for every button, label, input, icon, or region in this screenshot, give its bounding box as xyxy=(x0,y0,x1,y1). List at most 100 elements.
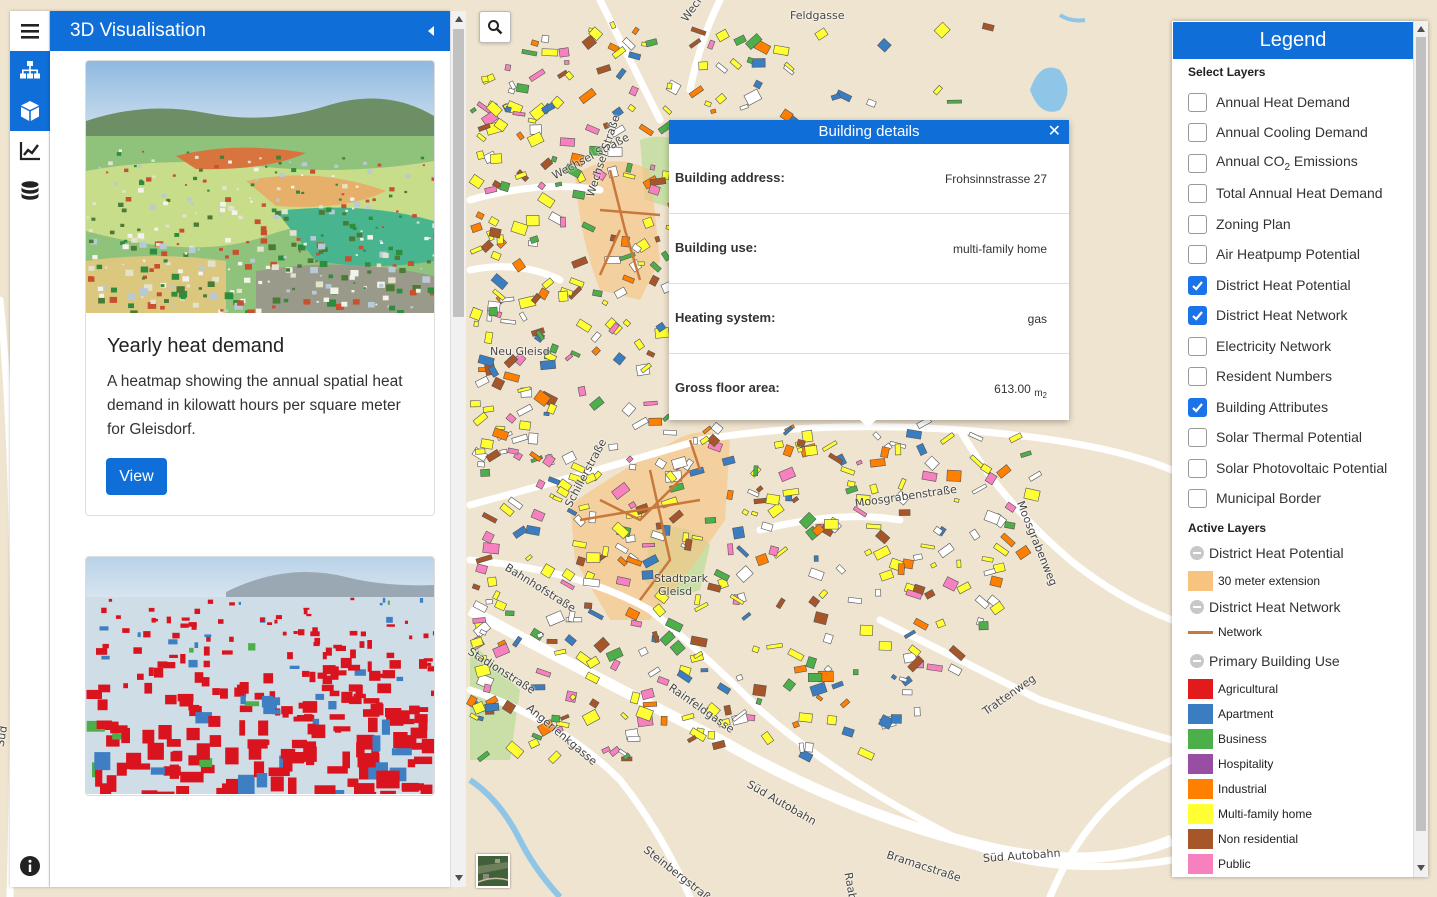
legend-color-swatch xyxy=(1188,571,1213,591)
thumbnail-building xyxy=(412,214,417,218)
thumbnail-building xyxy=(89,239,94,244)
layer-checkbox[interactable] xyxy=(1188,427,1207,447)
thumbnail-building xyxy=(171,291,178,297)
network-view-button[interactable] xyxy=(10,51,50,91)
building xyxy=(480,438,494,450)
layer-toggle-3[interactable]: Total Annual Heat Demand xyxy=(1188,182,1383,204)
layer-checkbox[interactable] xyxy=(1188,275,1207,295)
layer-toggle-10[interactable]: Building Attributes xyxy=(1188,396,1328,418)
minus-circle-icon[interactable] xyxy=(1190,546,1204,560)
layer-toggle-6[interactable]: District Heat Potential xyxy=(1188,274,1351,296)
basemap-switcher[interactable] xyxy=(476,854,510,888)
layer-checkbox[interactable] xyxy=(1188,122,1207,142)
active-group-1[interactable]: District Heat Network xyxy=(1190,599,1340,615)
layer-toggle-5[interactable]: Air Heatpump Potential xyxy=(1188,243,1360,265)
map-search-button[interactable] xyxy=(479,11,511,43)
charts-button[interactable] xyxy=(10,131,50,171)
thumbnail-building xyxy=(365,199,370,203)
thumbnail-building xyxy=(388,266,396,273)
panel-scrollbar-thumb[interactable] xyxy=(453,29,464,317)
layer-checkbox[interactable] xyxy=(1188,92,1207,112)
scroll-down-icon[interactable] xyxy=(454,873,464,883)
thumbnail-building xyxy=(301,191,305,194)
building xyxy=(504,105,512,114)
popup-label: Building use: xyxy=(675,240,758,255)
layer-label-text: Annual Cooling Demand xyxy=(1216,124,1368,140)
layer-toggle-11[interactable]: Solar Thermal Potential xyxy=(1188,426,1362,448)
layer-checkbox[interactable] xyxy=(1188,183,1207,203)
building xyxy=(541,34,550,44)
minus-circle-icon[interactable] xyxy=(1190,600,1204,614)
collapse-panel-icon[interactable] xyxy=(424,24,438,38)
thumbnail-building xyxy=(273,214,279,219)
thumbnail-building xyxy=(319,205,323,209)
layer-toggle-12[interactable]: Solar Photovoltaic Potential xyxy=(1188,457,1387,479)
layer-checkbox[interactable] xyxy=(1188,488,1207,508)
legend-scroll-up-icon[interactable] xyxy=(1416,24,1426,34)
layer-toggle-4[interactable]: Zoning Plan xyxy=(1188,213,1291,235)
thumbnail-building xyxy=(164,299,169,303)
close-icon[interactable]: ✕ xyxy=(1048,120,1061,144)
building xyxy=(663,429,677,436)
legend-scroll-down-icon[interactable] xyxy=(1416,863,1426,873)
thumbnail-building xyxy=(182,276,190,282)
layer-checkbox[interactable] xyxy=(1188,397,1207,417)
layer-checkbox[interactable] xyxy=(1188,458,1207,478)
building xyxy=(804,742,814,753)
thumbnail-building xyxy=(276,198,280,202)
layer-toggle-7[interactable]: District Heat Network xyxy=(1188,304,1347,326)
thumbnail-building xyxy=(169,285,175,289)
thumbnail-building xyxy=(247,160,251,164)
layer-checkbox[interactable] xyxy=(1188,366,1207,386)
layer-toggle-0[interactable]: Annual Heat Demand xyxy=(1188,91,1350,113)
layer-checkbox[interactable] xyxy=(1188,244,1207,264)
popup-title: Building details xyxy=(818,123,920,140)
building xyxy=(637,261,645,266)
layer-label-text: Electricity Network xyxy=(1216,338,1332,354)
thumbnail-building xyxy=(163,259,168,263)
layer-checkbox[interactable] xyxy=(1188,336,1207,356)
thumbnail-building xyxy=(228,268,231,271)
legend-scrollbar-thumb[interactable] xyxy=(1416,37,1426,831)
menu-button[interactable] xyxy=(10,11,50,51)
thumbnail-building xyxy=(423,658,433,662)
scroll-up-icon[interactable] xyxy=(454,14,464,24)
thumbnail-building xyxy=(329,714,345,720)
side-panel: 3D Visualisation Yearly heat demand A he… xyxy=(50,11,450,887)
layer-toggle-9[interactable]: Resident Numbers xyxy=(1188,365,1332,387)
layer-checkbox[interactable] xyxy=(1188,153,1207,173)
legend-item-label: Hospitality xyxy=(1218,757,1274,771)
3d-visualisation-button[interactable] xyxy=(10,91,50,131)
thumbnail-building xyxy=(98,298,105,304)
layer-toggle-13[interactable]: Municipal Border xyxy=(1188,487,1321,509)
legend-scrollbar[interactable] xyxy=(1413,21,1428,877)
legend-item-label: Non residential xyxy=(1218,832,1299,846)
layer-checkbox[interactable] xyxy=(1188,305,1207,325)
building xyxy=(874,588,882,597)
thumbnail-building xyxy=(195,212,198,215)
thumbnail-building xyxy=(207,260,216,267)
info-button[interactable] xyxy=(10,846,50,886)
layer-toggle-8[interactable]: Electricity Network xyxy=(1188,335,1331,357)
view-button[interactable]: View xyxy=(106,458,167,495)
layer-toggle-2[interactable]: Annual CO2 Emissions xyxy=(1188,152,1358,174)
thumbnail-building xyxy=(192,302,199,308)
minus-circle-icon[interactable] xyxy=(1190,654,1204,668)
active-group-2[interactable]: Primary Building Use xyxy=(1190,653,1340,669)
thumbnail-building xyxy=(420,156,425,160)
building xyxy=(804,445,818,457)
building xyxy=(488,306,498,317)
layer-toggle-1[interactable]: Annual Cooling Demand xyxy=(1188,121,1368,143)
thumbnail-building xyxy=(99,293,104,298)
thumbnail-building xyxy=(207,281,215,287)
building xyxy=(768,545,780,557)
thumbnail-building xyxy=(208,715,221,727)
sitemap-icon xyxy=(20,61,40,79)
panel-scrollbar[interactable] xyxy=(450,11,466,887)
thumbnail-building xyxy=(375,702,383,713)
layer-checkbox[interactable] xyxy=(1188,214,1207,234)
data-button[interactable] xyxy=(10,171,50,211)
active-group-0[interactable]: District Heat Potential xyxy=(1190,545,1344,561)
thumbnail-building xyxy=(414,756,433,765)
thumbnail-building xyxy=(274,619,278,624)
